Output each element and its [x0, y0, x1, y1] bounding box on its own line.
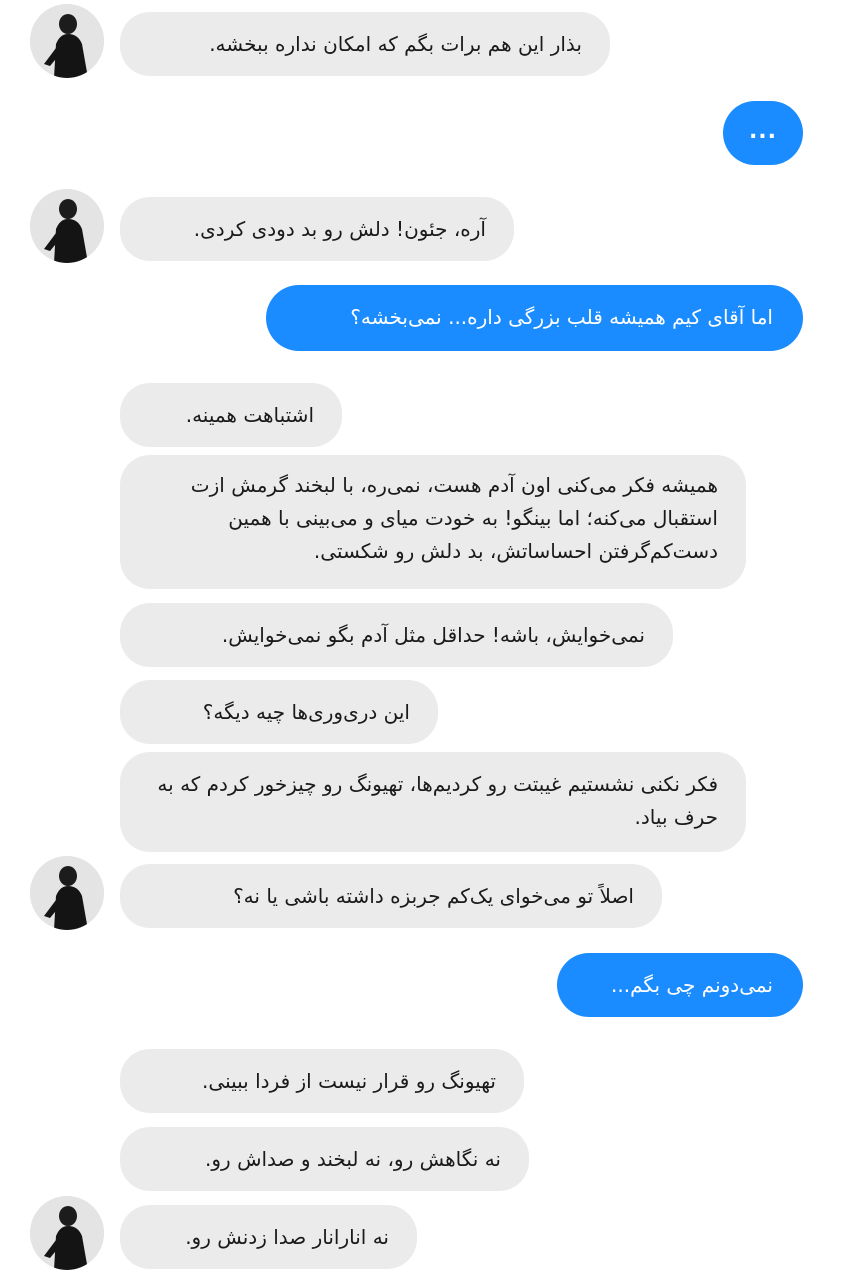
outgoing-message[interactable]: اما آقای کیم همیشه قلب بزرگی داره... نمی… — [266, 285, 803, 351]
avatar-person-icon — [30, 189, 104, 263]
incoming-message[interactable]: تهیونگ رو قرار نیست از فردا ببینی. — [120, 1049, 524, 1113]
contact-avatar[interactable] — [30, 1196, 104, 1270]
avatar-person-icon — [30, 4, 104, 78]
contact-avatar[interactable] — [30, 856, 104, 930]
incoming-message[interactable]: نه انارانار صدا زدنش رو. — [120, 1205, 417, 1269]
chat-screen: { "contact": { "avatar_icon": "profile-p… — [0, 0, 861, 1280]
outgoing-message[interactable]: ... — [723, 101, 803, 165]
avatar-person-icon — [30, 856, 104, 930]
contact-avatar[interactable] — [30, 4, 104, 78]
incoming-message[interactable]: بذار این هم برات بگم که امکان نداره ببخش… — [120, 12, 610, 76]
incoming-message[interactable]: همیشه فکر می‌کنی اون آدم هست، نمی‌ره، با… — [120, 455, 746, 589]
incoming-message[interactable]: این دری‌وری‌ها چیه دیگه؟ — [120, 680, 438, 744]
incoming-message[interactable]: آره، جئون! دلش رو بد دودی کردی. — [120, 197, 514, 261]
incoming-message[interactable]: نمی‌خوایش، باشه! حداقل مثل آدم بگو نمی‌خ… — [120, 603, 673, 667]
incoming-message[interactable]: اصلاً تو می‌خوای یک‌کم جربزه داشته باشی … — [120, 864, 662, 928]
incoming-message[interactable]: نه نگاهش رو، نه لبخند و صداش رو. — [120, 1127, 529, 1191]
incoming-message[interactable]: اشتباهت همینه. — [120, 383, 342, 447]
contact-avatar[interactable] — [30, 189, 104, 263]
avatar-person-icon — [30, 1196, 104, 1270]
incoming-message[interactable]: فکر نکنی نشستیم غیبتت رو کردیم‌ها، تهیون… — [120, 752, 746, 852]
outgoing-message[interactable]: نمی‌دونم چی بگم... — [557, 953, 803, 1017]
